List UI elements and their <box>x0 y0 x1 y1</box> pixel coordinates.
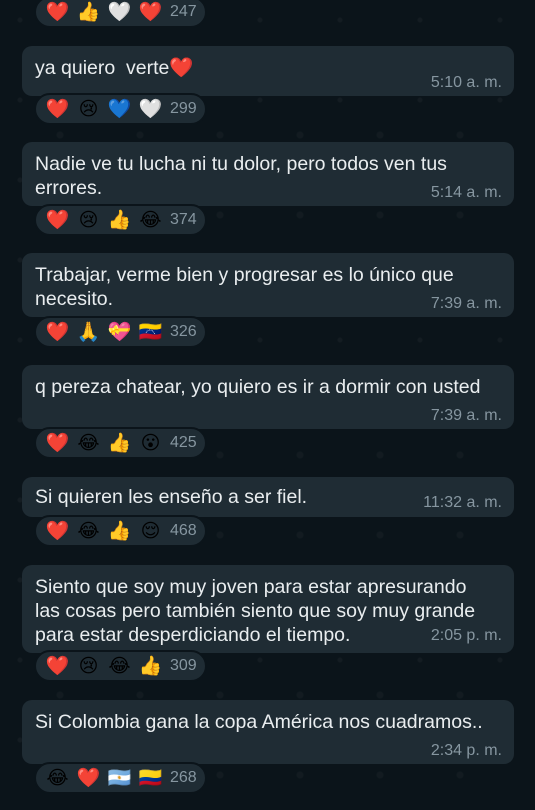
reaction-emoji: 😌 <box>140 520 161 542</box>
reaction-emoji: ❤️ <box>138 1 163 23</box>
message-bubble[interactable]: Si quieren les enseño a ser fiel. 11:32 … <box>22 477 514 517</box>
reaction-emoji: 💙 <box>107 98 132 120</box>
message-bubble[interactable]: Siento que soy muy joven para estar apre… <box>22 565 514 653</box>
reaction-count: 299 <box>170 100 197 117</box>
reaction-emoji: ❤️ <box>45 1 70 23</box>
reaction-emoji: ❤️ <box>45 98 70 120</box>
reaction-emoji: ❤️ <box>45 520 70 542</box>
message-bubble[interactable]: Nadie ve tu lucha ni tu dolor, pero todo… <box>22 142 514 206</box>
reaction-bar[interactable]: ❤️ 😂 👍 😌 468 <box>34 515 207 547</box>
reaction-emoji: 🤍 <box>138 98 163 120</box>
message-time: 5:10 a. m. <box>430 74 502 91</box>
message-bubble[interactable]: Trabajar, verme bien y progresar es lo ú… <box>22 253 514 317</box>
reaction-emoji: 👍 <box>107 432 132 454</box>
reaction-emoji: 🤍 <box>107 1 132 23</box>
reaction-emoji: 😂 <box>77 520 100 542</box>
reaction-bar[interactable]: 😂 ❤️ 🇦🇷 🇨🇴 268 <box>34 762 207 794</box>
reaction-count: 468 <box>170 522 197 539</box>
message-time: 7:39 a. m. <box>430 407 502 424</box>
message-time: 2:05 p. m. <box>430 627 502 644</box>
reaction-bar[interactable]: ❤️ 👍 🤍 ❤️ 247 <box>34 0 207 28</box>
reaction-bar[interactable]: ❤️ 🙏 💝 🇻🇪 326 <box>34 316 207 348</box>
reaction-count: 309 <box>170 657 197 674</box>
message-bubble[interactable]: Si Colombia gana la copa América nos cua… <box>22 700 514 764</box>
message-text: Siento que soy muy joven para estar apre… <box>35 576 476 646</box>
reaction-emoji: 👍 <box>107 520 132 542</box>
reaction-emoji: 😂 <box>77 432 100 454</box>
message-text: Nadie ve tu lucha ni tu dolor, pero todo… <box>35 153 447 199</box>
reaction-emoji: 🇻🇪 <box>138 321 163 343</box>
message-text: Si quieren les enseño a ser fiel. <box>35 486 308 508</box>
reaction-emoji: 🇨🇴 <box>138 767 163 789</box>
message-bubble[interactable]: ya quiero verte❤️ 5:10 a. m. <box>22 46 514 96</box>
reaction-emoji: 💝 <box>107 321 132 343</box>
reaction-bar[interactable]: ❤️ 😢 💙 🤍 299 <box>34 93 207 125</box>
reaction-count: 425 <box>170 434 197 451</box>
message-text: Trabajar, verme bien y progresar es lo ú… <box>35 264 454 310</box>
reaction-emoji: ❤️ <box>45 321 70 343</box>
reaction-bar[interactable]: ❤️ 😢 😂 👍 309 <box>34 650 207 682</box>
reaction-emoji: ❤️ <box>45 432 70 454</box>
reaction-emoji: 😂 <box>108 655 131 677</box>
reaction-emoji: 😂 <box>46 767 69 789</box>
reaction-emoji: 😂 <box>139 209 162 231</box>
message-time: 11:32 a. m. <box>423 494 502 511</box>
reaction-emoji: ❤️ <box>76 767 101 789</box>
reaction-emoji: 👍 <box>76 1 101 23</box>
reaction-emoji: ❤️ <box>45 209 70 231</box>
reaction-count: 374 <box>170 211 197 228</box>
reaction-bar[interactable]: ❤️ 😂 👍 😮 425 <box>34 427 207 459</box>
reaction-count: 268 <box>170 769 197 786</box>
message-text: Si Colombia gana la copa América nos cua… <box>35 711 483 733</box>
reaction-emoji: 😢 <box>78 209 99 231</box>
message-time: 7:39 a. m. <box>430 295 502 312</box>
message-time: 2:34 p. m. <box>430 742 502 759</box>
reaction-emoji: 👍 <box>107 209 132 231</box>
reaction-emoji: 👍 <box>138 655 163 677</box>
reaction-emoji: 😢 <box>78 655 99 677</box>
reaction-emoji: 🙏 <box>76 321 101 343</box>
message-text: q pereza chatear, yo quiero es ir a dorm… <box>35 376 481 398</box>
reaction-count: 247 <box>170 3 197 20</box>
reaction-emoji: 😢 <box>78 98 99 120</box>
reaction-emoji: ❤️ <box>45 655 70 677</box>
reaction-emoji: 😮 <box>140 432 161 454</box>
message-time: 5:14 a. m. <box>430 184 502 201</box>
reaction-count: 326 <box>170 323 197 340</box>
message-text: ya quiero verte❤️ <box>35 57 194 79</box>
message-bubble[interactable]: q pereza chatear, yo quiero es ir a dorm… <box>22 365 514 429</box>
reaction-emoji: 🇦🇷 <box>107 767 132 789</box>
reaction-bar[interactable]: ❤️ 😢 👍 😂 374 <box>34 204 207 236</box>
